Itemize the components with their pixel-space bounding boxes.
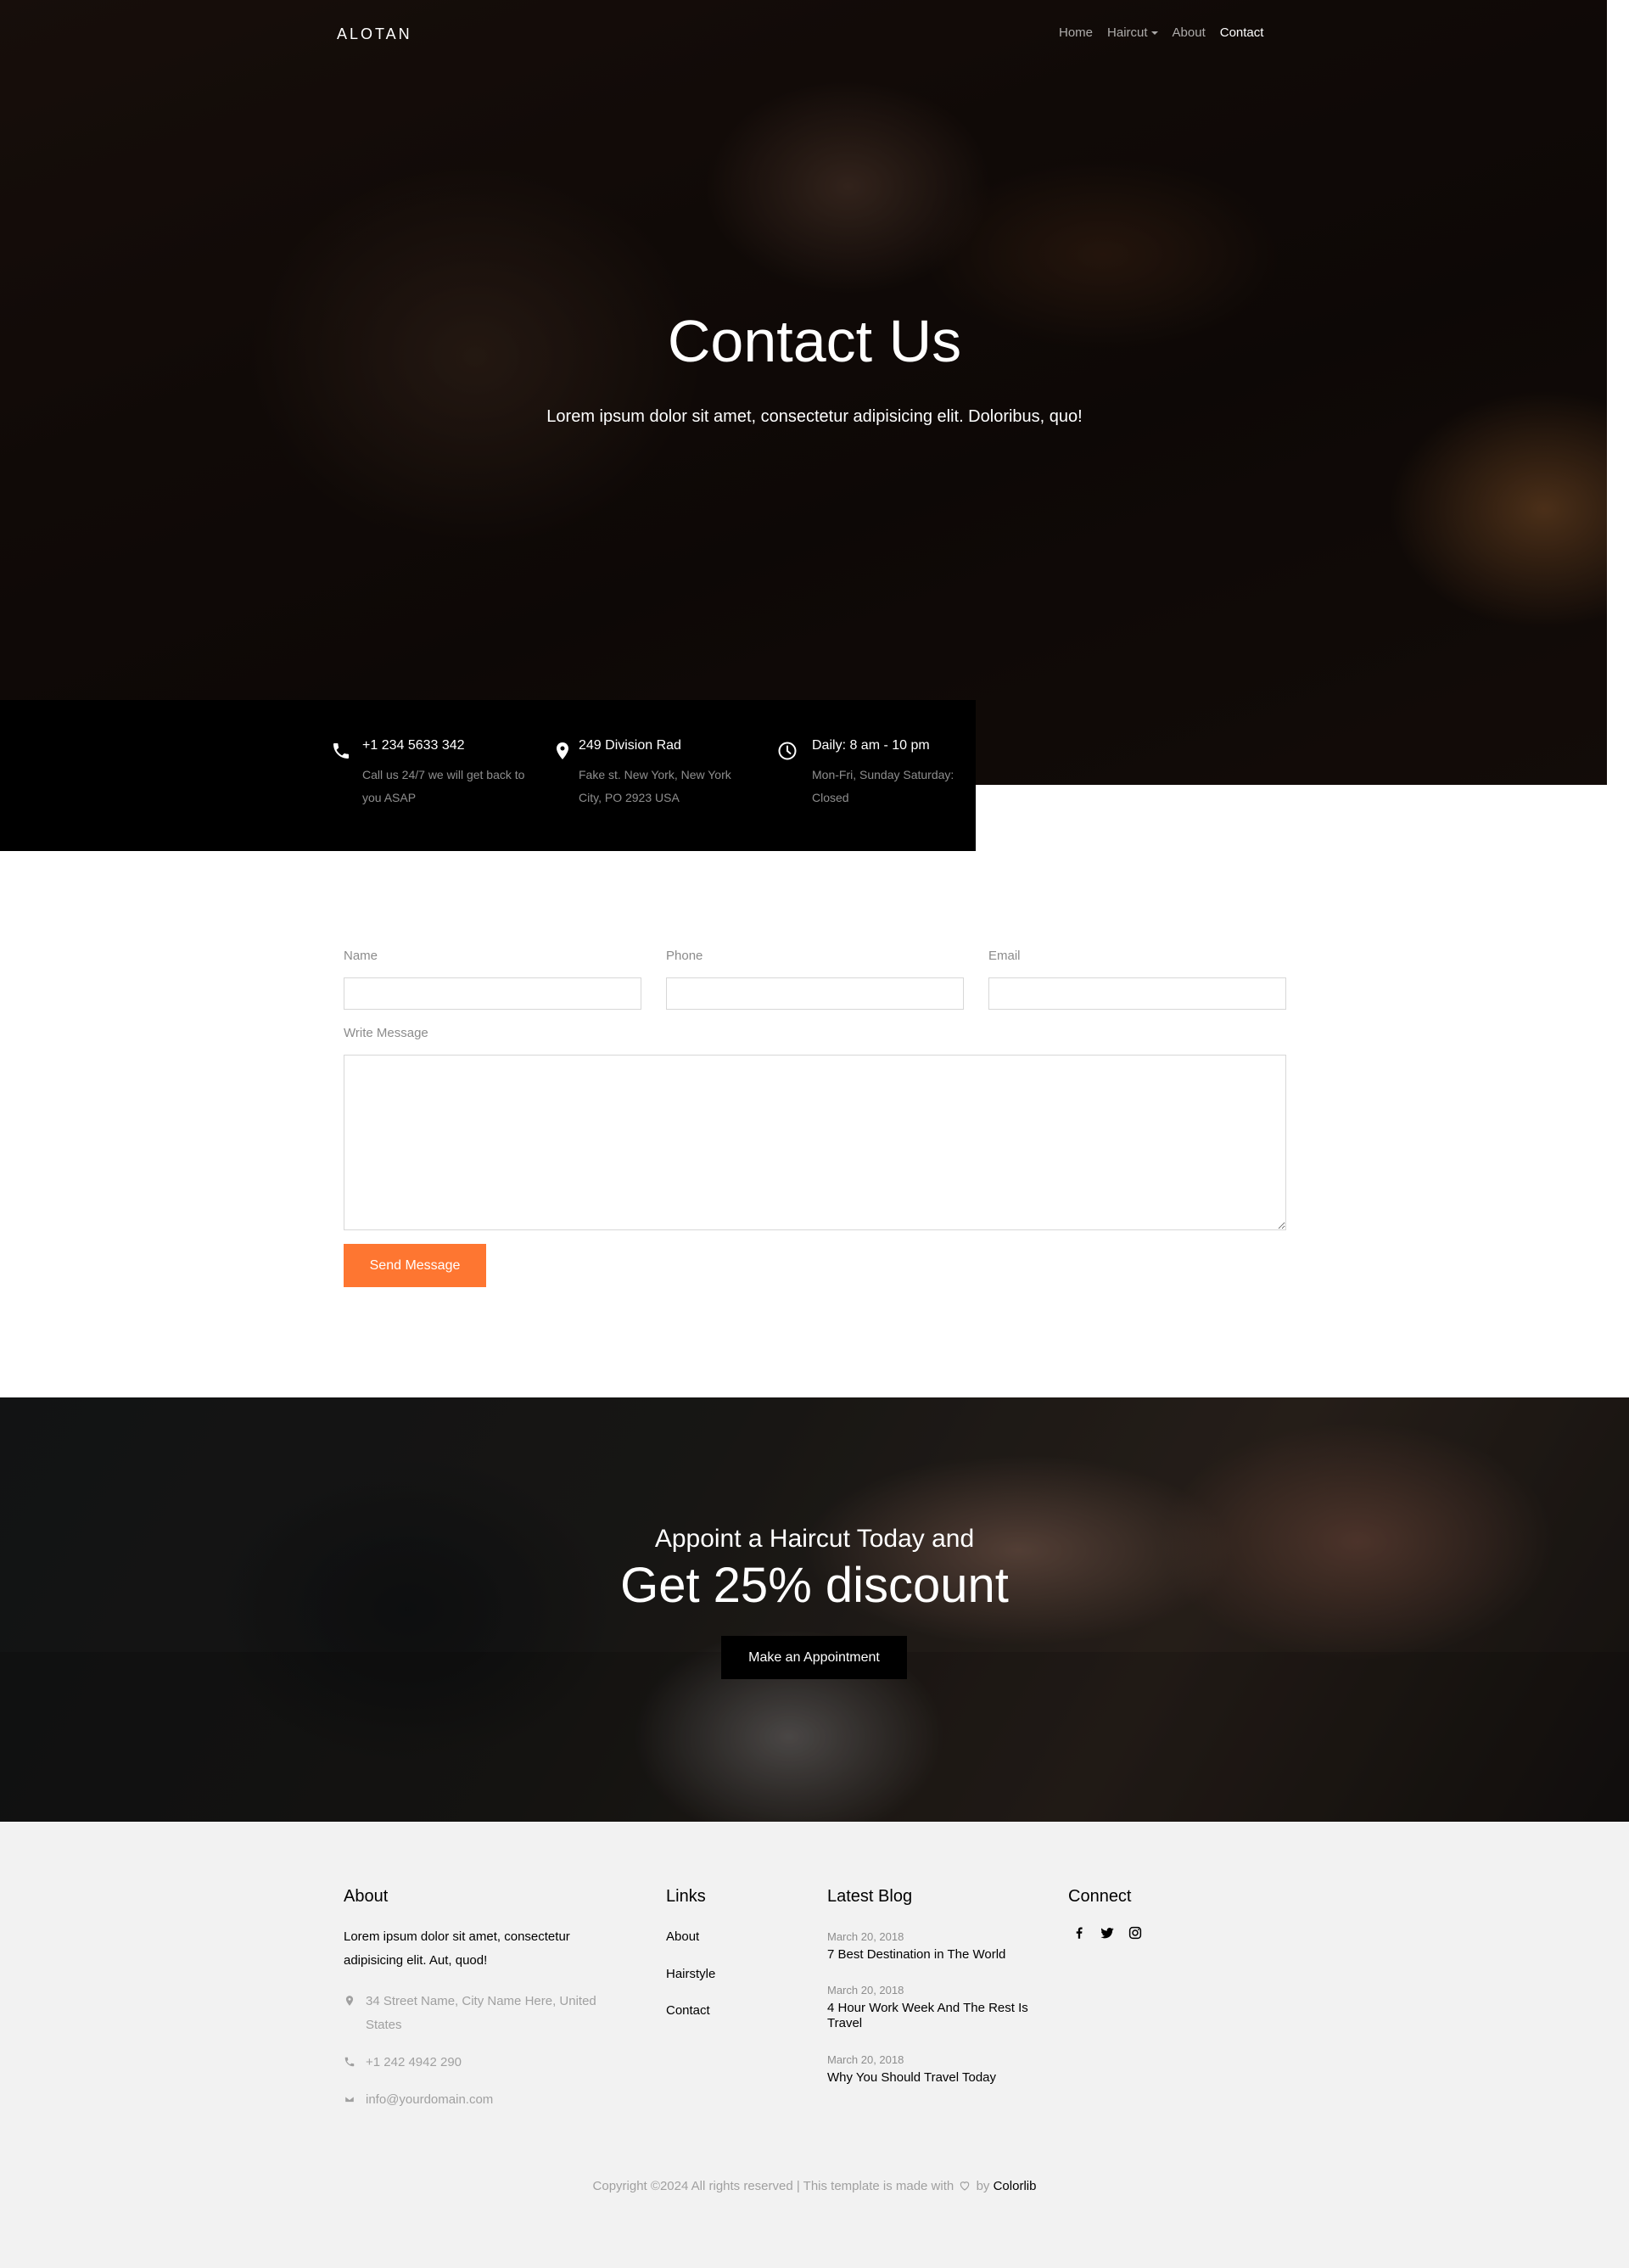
footer: About Lorem ipsum dolor sit amet, consec… xyxy=(0,1822,1629,2268)
copyright-text: Copyright ©2024 All rights reserved | Th… xyxy=(592,2179,954,2193)
colorlib-link[interactable]: Colorlib xyxy=(994,2179,1037,2193)
footer-links: Links About Hairstyle Contact xyxy=(666,1887,793,2057)
nav-item-haircut-label: Haircut xyxy=(1107,25,1148,40)
phone-label: Phone xyxy=(666,949,703,963)
nav-item-haircut[interactable]: Haircut xyxy=(1107,25,1158,40)
name-input[interactable] xyxy=(344,977,641,1010)
blog-item[interactable]: March 20, 2018 7 Best Destination in The… xyxy=(827,1929,1039,1963)
footer-link-hairstyle[interactable]: Hairstyle xyxy=(666,1967,715,1981)
footer-blog-heading: Latest Blog xyxy=(827,1887,913,1906)
blog-title[interactable]: 4 Hour Work Week And The Rest Is Travel xyxy=(827,2001,1039,2031)
navbar: ALOTAN Home Haircut About Contact xyxy=(0,0,1629,68)
map-marker-icon xyxy=(345,1996,354,2006)
blog-title[interactable]: 7 Best Destination in The World xyxy=(827,1947,1039,1963)
footer-link-about[interactable]: About xyxy=(666,1929,699,1944)
footer-about: About Lorem ipsum dolor sit amet, consec… xyxy=(344,1887,632,2142)
phone-input[interactable] xyxy=(666,977,964,1010)
blog-title[interactable]: Why You Should Travel Today xyxy=(827,2070,1039,2086)
nav-item-home[interactable]: Home xyxy=(1059,25,1093,40)
info-phone-text: Call us 24/7 we will get back to you ASA… xyxy=(362,768,525,804)
footer-connect-heading: Connect xyxy=(1068,1887,1132,1906)
banner-subtitle: Appoint a Haircut Today and xyxy=(654,1525,975,1553)
footer-address-text: 34 Street Name, City Name Here, United S… xyxy=(366,1994,596,2032)
footer-phone: +1 242 4942 290 xyxy=(344,2051,624,2075)
nav-item-about[interactable]: About xyxy=(1173,25,1206,40)
info-hours-title: Daily: 8 am - 10 pm xyxy=(812,738,930,753)
blog-item[interactable]: March 20, 2018 4 Hour Work Week And The … xyxy=(827,1983,1039,2031)
nav-item-contact[interactable]: Contact xyxy=(1220,25,1264,40)
footer-link-contact[interactable]: Contact xyxy=(666,2003,710,2018)
page-subtitle: Lorem ipsum dolor sit amet, consectetur … xyxy=(546,407,1083,426)
email-input[interactable] xyxy=(988,977,1286,1010)
footer-blog: Latest Blog March 20, 2018 7 Best Destin… xyxy=(827,1887,1048,2108)
contact-info-bar: +1 234 5633 342 Call us 24/7 we will get… xyxy=(0,700,976,851)
message-textarea[interactable] xyxy=(344,1055,1286,1230)
copyright: Copyright ©2024 All rights reserved | Th… xyxy=(0,2179,1629,2193)
chevron-down-icon xyxy=(1150,31,1158,36)
clock-icon xyxy=(778,742,797,760)
site-logo[interactable]: ALOTAN xyxy=(337,25,412,43)
phone-icon xyxy=(333,743,349,759)
footer-email-link[interactable]: info@yourdomain.com xyxy=(366,2092,493,2107)
message-label: Write Message xyxy=(344,1026,428,1040)
instagram-icon[interactable] xyxy=(1128,1925,1143,1940)
heart-icon xyxy=(960,2181,970,2191)
info-address-text: Fake st. New York, New York City, PO 292… xyxy=(579,768,731,804)
appointment-banner: Appoint a Haircut Today and Get 25% disc… xyxy=(0,1397,1629,1822)
info-phone-title: +1 234 5633 342 xyxy=(362,738,465,753)
blog-date: March 20, 2018 xyxy=(827,1984,904,1996)
make-appointment-button[interactable]: Make an Appointment xyxy=(721,1636,907,1679)
blog-item[interactable]: March 20, 2018 Why You Should Travel Tod… xyxy=(827,2052,1039,2086)
nav-menu: Home Haircut About Contact xyxy=(1059,25,1278,40)
info-hours-text: Mon-Fri, Sunday Saturday: Closed xyxy=(812,768,954,804)
twitter-icon[interactable] xyxy=(1100,1925,1115,1940)
footer-email: info@yourdomain.com xyxy=(344,2088,624,2112)
email-label: Email xyxy=(988,949,1021,963)
facebook-icon[interactable] xyxy=(1072,1925,1087,1940)
footer-about-text: Lorem ipsum dolor sit amet, consectetur … xyxy=(344,1929,570,1968)
footer-connect: Connect xyxy=(1068,1887,1195,1972)
copyright-by: by xyxy=(976,2179,990,2193)
footer-phone-text: +1 242 4942 290 xyxy=(366,2055,462,2069)
hero-overlay xyxy=(0,0,1629,785)
hero-edge xyxy=(1607,0,1629,785)
envelope-icon xyxy=(344,2096,355,2103)
send-message-button[interactable]: Send Message xyxy=(344,1244,486,1287)
page-title: Contact Us xyxy=(667,308,962,374)
footer-links-heading: Links xyxy=(666,1887,706,1906)
map-marker-icon xyxy=(557,742,568,759)
blog-date: March 20, 2018 xyxy=(827,2053,904,2066)
blog-date: March 20, 2018 xyxy=(827,1930,904,1943)
info-address-title: 249 Division Rad xyxy=(579,738,681,753)
phone-icon xyxy=(344,2057,355,2067)
footer-address: 34 Street Name, City Name Here, United S… xyxy=(344,1990,624,2037)
hero-section: ALOTAN Home Haircut About Contact Contac… xyxy=(0,0,1629,785)
banner-title: Get 25% discount xyxy=(620,1558,1009,1613)
name-label: Name xyxy=(344,949,378,963)
footer-about-heading: About xyxy=(344,1887,389,1906)
